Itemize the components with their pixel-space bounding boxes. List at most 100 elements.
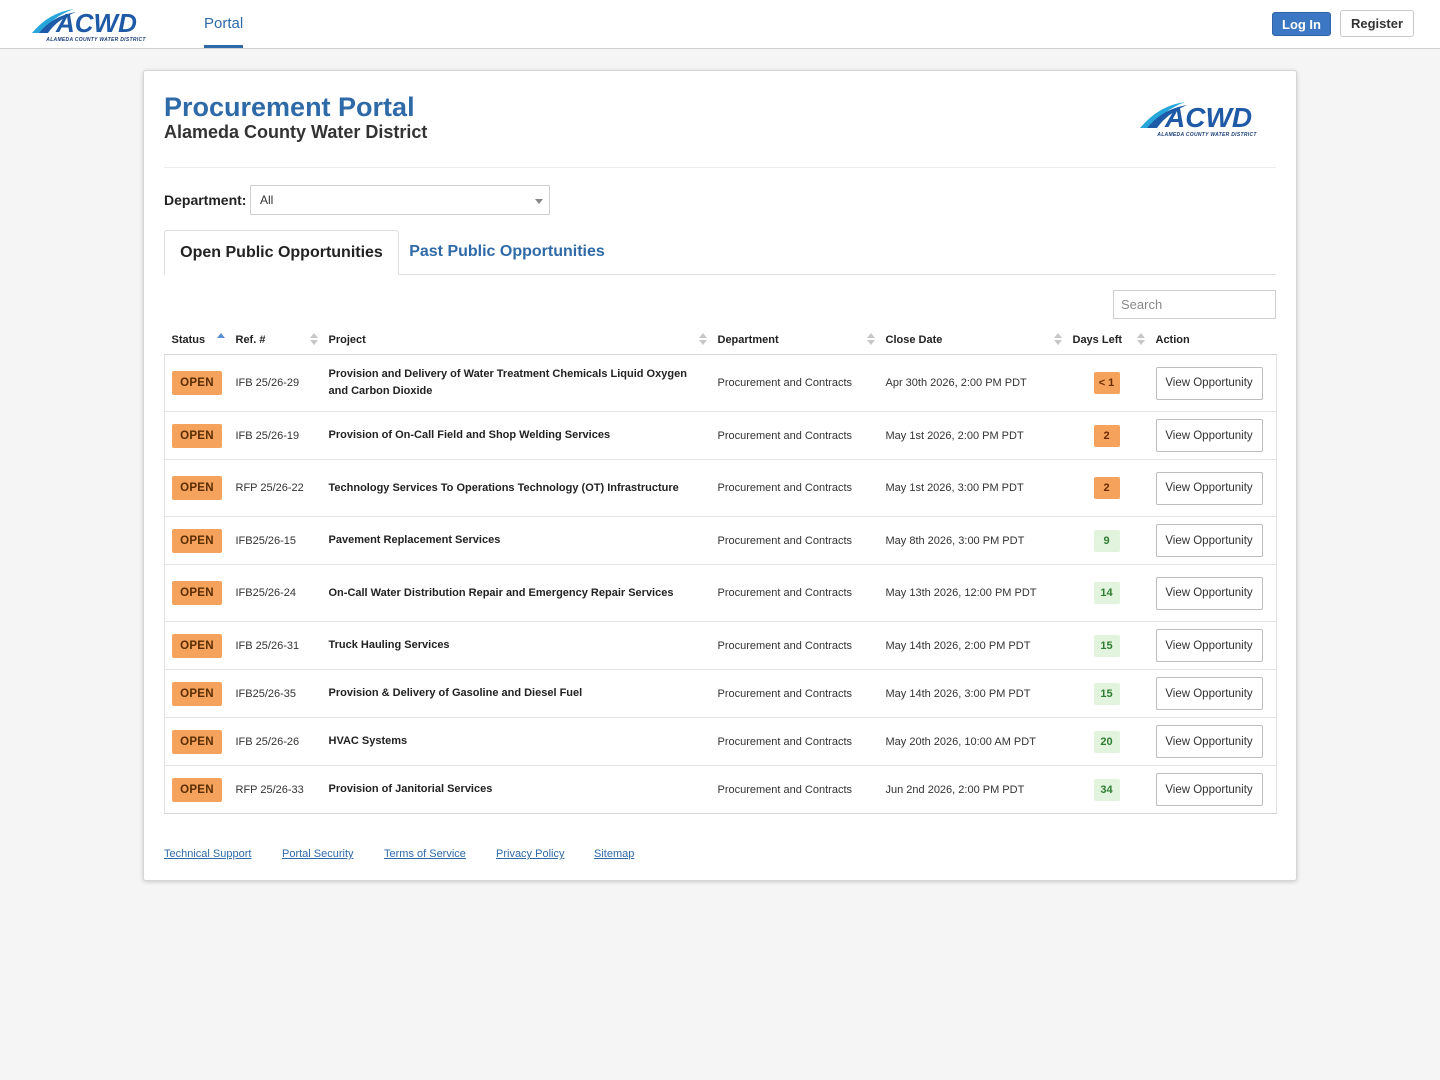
sort-icon — [866, 333, 875, 347]
logo-subtext: ALAMEDA COUNTY WATER DISTRICT — [1157, 132, 1257, 138]
card-logo: ACWD ALAMEDA COUNTY WATER DISTRICT — [1138, 100, 1276, 138]
close-date: May 8th 2026, 3:00 PM PDT — [878, 516, 1066, 565]
project-name: Provision of Janitorial Services — [321, 765, 711, 814]
status-badge: OPEN — [172, 729, 222, 754]
days-left-badge: < 1 — [1093, 372, 1120, 394]
view-opportunity-button[interactable]: View Opportunity — [1155, 629, 1263, 662]
department-name: Procurement and Contracts — [710, 516, 879, 565]
project-name: Pavement Replacement Services — [321, 516, 711, 565]
table-row: OPEN IFB 25/26-26 HVAC Systems Procureme… — [164, 717, 1277, 766]
project-name: Provision & Delivery of Gasoline and Die… — [321, 669, 711, 718]
department-name: Procurement and Contracts — [710, 717, 879, 766]
sort-ascending-icon — [216, 333, 225, 347]
status-badge: OPEN — [172, 476, 222, 500]
days-left-badge: 9 — [1093, 529, 1120, 552]
svg-text:ACWD: ACWD — [1164, 102, 1252, 133]
sort-icon — [698, 333, 707, 347]
status-badge: OPEN — [172, 633, 222, 658]
footer-link-privacy-policy[interactable]: Privacy Policy — [496, 848, 564, 860]
table-row: OPEN IFB25/26-24 On-Call Water Distribut… — [164, 564, 1277, 622]
footer-link-terms-of-service[interactable]: Terms of Service — [384, 848, 466, 860]
project-name: On-Call Water Distribution Repair and Em… — [321, 564, 711, 622]
status-badge: OPEN — [172, 423, 222, 448]
view-opportunity-button[interactable]: View Opportunity — [1155, 471, 1263, 505]
ref-number: IFB25/26-24 — [228, 564, 322, 622]
days-left-badge: 2 — [1093, 477, 1120, 499]
login-button[interactable]: Log In — [1272, 12, 1331, 36]
view-opportunity-button[interactable]: View Opportunity — [1155, 524, 1263, 557]
table-row: OPEN IFB25/26-35 Provision & Delivery of… — [164, 669, 1277, 718]
close-date: May 20th 2026, 10:00 AM PDT — [878, 717, 1066, 766]
tab-open-opportunities[interactable]: Open Public Opportunities — [164, 230, 399, 275]
search-input[interactable] — [1113, 290, 1276, 319]
close-date: May 14th 2026, 3:00 PM PDT — [878, 669, 1066, 718]
department-name: Procurement and Contracts — [710, 354, 879, 412]
column-header-close-date[interactable]: Close Date — [878, 325, 1066, 355]
procurement-card: Procurement Portal Alameda County Water … — [143, 70, 1297, 881]
table-row: OPEN IFB 25/26-29 Provision and Delivery… — [164, 354, 1277, 412]
project-name: Technology Services To Operations Techno… — [321, 459, 711, 517]
ref-number: RFP 25/26-22 — [228, 459, 322, 517]
close-date: Apr 30th 2026, 2:00 PM PDT — [878, 354, 1066, 412]
column-header-department[interactable]: Department — [710, 325, 879, 355]
sort-icon — [1136, 333, 1145, 347]
ref-number: RFP 25/26-33 — [228, 765, 322, 814]
table-row: OPEN IFB25/26-15 Pavement Replacement Se… — [164, 516, 1277, 565]
table-row: OPEN RFP 25/26-33 Provision of Janitoria… — [164, 765, 1277, 814]
department-name: Procurement and Contracts — [710, 621, 879, 670]
days-left-badge: 15 — [1093, 634, 1120, 657]
days-left-badge: 2 — [1093, 424, 1120, 447]
register-button[interactable]: Register — [1340, 10, 1414, 37]
close-date: May 13th 2026, 12:00 PM PDT — [878, 564, 1066, 622]
sort-icon — [1053, 333, 1062, 347]
footer-link-portal-security[interactable]: Portal Security — [282, 848, 354, 860]
view-opportunity-button[interactable]: View Opportunity — [1155, 366, 1263, 400]
table-row: OPEN RFP 25/26-22 Technology Services To… — [164, 459, 1277, 517]
status-badge: OPEN — [172, 681, 222, 706]
sort-icon — [309, 333, 318, 347]
column-header-project[interactable]: Project — [321, 325, 711, 355]
column-header-days-left[interactable]: Days Left — [1065, 325, 1149, 355]
footer-link-technical-support[interactable]: Technical Support — [164, 848, 251, 860]
department-name: Procurement and Contracts — [710, 765, 879, 814]
table-row: OPEN IFB 25/26-31 Truck Hauling Services… — [164, 621, 1277, 670]
page-title: Procurement Portal — [164, 92, 415, 122]
department-name: Procurement and Contracts — [710, 669, 879, 718]
ref-number: IFB25/26-35 — [228, 669, 322, 718]
view-opportunity-button[interactable]: View Opportunity — [1155, 725, 1263, 758]
column-header-ref[interactable]: Ref. # — [228, 325, 322, 355]
close-date: May 1st 2026, 2:00 PM PDT — [878, 411, 1066, 460]
ref-number: IFB 25/26-26 — [228, 717, 322, 766]
status-badge: OPEN — [172, 528, 222, 553]
ref-number: IFB 25/26-29 — [228, 354, 322, 412]
view-opportunity-button[interactable]: View Opportunity — [1155, 419, 1263, 452]
svg-text:ACWD: ACWD — [55, 8, 137, 38]
column-header-action: Action — [1148, 325, 1277, 355]
column-header-status[interactable]: Status — [164, 325, 229, 355]
status-badge: OPEN — [172, 371, 222, 395]
view-opportunity-button[interactable]: View Opportunity — [1155, 773, 1263, 806]
close-date: Jun 2nd 2026, 2:00 PM PDT — [878, 765, 1066, 814]
ref-number: IFB25/26-15 — [228, 516, 322, 565]
view-opportunity-button[interactable]: View Opportunity — [1155, 576, 1263, 610]
days-left-badge: 15 — [1093, 682, 1120, 705]
days-left-badge: 34 — [1093, 778, 1120, 801]
project-name: Truck Hauling Services — [321, 621, 711, 670]
close-date: May 1st 2026, 3:00 PM PDT — [878, 459, 1066, 517]
table-row: OPEN IFB 25/26-19 Provision of On-Call F… — [164, 411, 1277, 460]
department-name: Procurement and Contracts — [710, 411, 879, 460]
table-header-row: Status Ref. # Project Department Close D… — [164, 325, 1277, 355]
status-badge: OPEN — [172, 777, 222, 802]
tab-past-opportunities[interactable]: Past Public Opportunities — [400, 230, 614, 274]
nav-portal-link[interactable]: Portal — [204, 0, 244, 48]
view-opportunity-button[interactable]: View Opportunity — [1155, 677, 1263, 710]
top-navbar: ACWD ALAMEDA COUNTY WATER DISTRICT Porta… — [0, 0, 1440, 49]
footer-link-sitemap[interactable]: Sitemap — [594, 848, 634, 860]
department-select-value: All — [260, 193, 274, 207]
project-name: Provision of On-Call Field and Shop Weld… — [321, 411, 711, 460]
department-select[interactable]: All — [250, 185, 550, 215]
department-name: Procurement and Contracts — [710, 564, 879, 622]
days-left-badge: 20 — [1093, 730, 1120, 753]
department-label: Department: — [164, 192, 247, 208]
nav-logo[interactable]: ACWD ALAMEDA COUNTY WATER DISTRICT — [30, 7, 162, 43]
